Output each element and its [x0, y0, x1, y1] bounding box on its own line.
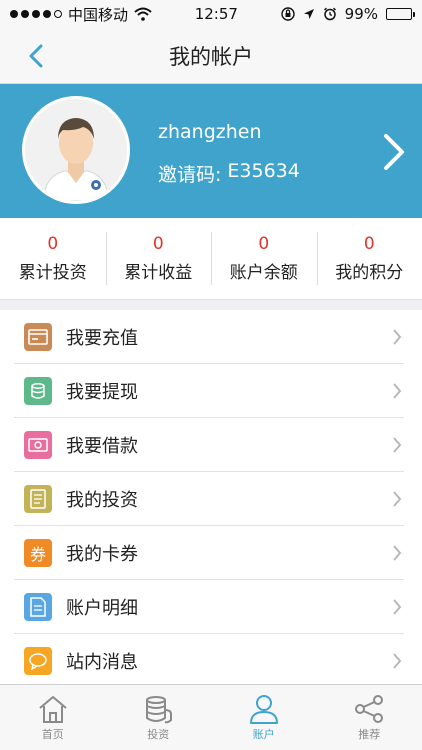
- withdraw-icon: [24, 377, 52, 405]
- tab-label: 账户: [252, 727, 275, 741]
- chevron-right-icon: [393, 329, 402, 345]
- invite-code: E35634: [227, 160, 300, 182]
- menu-item-messages[interactable]: 站内消息: [0, 634, 422, 688]
- back-button[interactable]: [18, 38, 54, 74]
- location-icon: [303, 9, 314, 19]
- stat-label: 账户余额: [229, 263, 298, 283]
- invite-code-row: 邀请码: E35634: [158, 160, 300, 187]
- chevron-right-icon: [393, 437, 402, 453]
- user-icon: [249, 694, 278, 724]
- menu-item-my-investment[interactable]: 我的投资: [0, 472, 422, 526]
- stat-value: 0: [258, 234, 270, 254]
- signal-strength-icon: [10, 10, 62, 18]
- share-icon: [355, 694, 384, 723]
- alarm-icon: [323, 7, 336, 21]
- battery-percent: 99%: [344, 5, 378, 23]
- menu-label: 站内消息: [66, 652, 138, 673]
- tab-label: 首页: [41, 727, 64, 741]
- tab-bar: 首页 投资 账户 推荐: [0, 684, 422, 750]
- status-right: 99%: [280, 5, 415, 23]
- home-icon: [39, 695, 67, 723]
- menu-item-loan[interactable]: 我要借款: [0, 418, 422, 472]
- tab-label: 推荐: [358, 727, 381, 741]
- loan-icon: [24, 431, 52, 459]
- stat-value: 0: [47, 234, 59, 254]
- coins-icon: [146, 695, 173, 723]
- menu-item-account-details[interactable]: 账户明细: [0, 580, 422, 634]
- menu-label: 我要充值: [66, 328, 138, 349]
- wifi-icon: [134, 7, 152, 21]
- stat-my-points[interactable]: 0 我的积分: [316, 218, 422, 299]
- stat-value: 0: [363, 234, 375, 254]
- avatar-person-icon: [25, 99, 127, 201]
- message-icon: [24, 647, 52, 675]
- stat-total-earnings[interactable]: 0 累计收益: [105, 218, 212, 299]
- chevron-right-icon: [393, 653, 402, 669]
- investment-doc-icon: [24, 485, 52, 513]
- battery-icon: [386, 8, 415, 20]
- menu-item-coupons[interactable]: 券 我的卡券: [0, 526, 422, 580]
- rotation-lock-icon: [280, 7, 295, 21]
- menu-item-recharge[interactable]: 我要充值: [0, 310, 422, 364]
- menu-label: 我的投资: [66, 490, 138, 511]
- menu-label: 账户明细: [66, 598, 138, 619]
- username: zhangzhen: [158, 121, 262, 143]
- tab-account[interactable]: 账户: [211, 685, 317, 750]
- chevron-left-icon: [29, 44, 43, 68]
- avatar[interactable]: [22, 96, 130, 204]
- page-title: 我的帐户: [169, 44, 253, 69]
- stat-label: 累计收益: [124, 263, 193, 283]
- invite-label: 邀请码:: [158, 164, 222, 186]
- stat-total-investment[interactable]: 0 累计投资: [0, 218, 106, 299]
- stats-row: 0 累计投资 0 累计收益 0 账户余额 0 我的积分: [0, 218, 422, 300]
- coupon-glyph: 券: [29, 545, 46, 564]
- tab-recommend[interactable]: 推荐: [317, 685, 422, 750]
- tab-label: 投资: [147, 727, 170, 741]
- menu-label: 我的卡券: [66, 544, 138, 565]
- menu-item-withdraw[interactable]: 我要提现: [0, 364, 422, 418]
- chevron-right-icon: [393, 599, 402, 615]
- coupon-icon: 券: [24, 539, 52, 567]
- status-bar: 中国移动 12:57 99%: [0, 0, 422, 28]
- carrier-label: 中国移动: [68, 5, 129, 24]
- menu-list: 我要充值 我要提现 我要借款 我的投资 券 我的卡券 账户明细 站内消息: [0, 310, 422, 688]
- status-left: 中国移动: [10, 4, 152, 25]
- chevron-right-icon: [393, 545, 402, 561]
- stat-account-balance[interactable]: 0 账户余额: [211, 218, 317, 299]
- chevron-right-icon[interactable]: [380, 132, 408, 172]
- menu-label: 我要借款: [66, 436, 138, 457]
- navigation-bar: 我的帐户: [0, 28, 422, 84]
- tab-invest[interactable]: 投资: [106, 685, 212, 750]
- status-time: 12:57: [194, 5, 238, 23]
- stat-value: 0: [152, 234, 164, 254]
- menu-label: 我要提现: [66, 382, 138, 403]
- stat-label: 我的积分: [335, 263, 404, 283]
- account-detail-icon: [24, 593, 52, 621]
- chevron-right-icon: [393, 383, 402, 399]
- stat-label: 累计投资: [18, 263, 87, 283]
- recharge-icon: [24, 323, 52, 351]
- profile-header[interactable]: zhangzhen 邀请码: E35634: [0, 84, 422, 218]
- chevron-right-icon: [393, 491, 402, 507]
- tab-home[interactable]: 首页: [0, 685, 106, 750]
